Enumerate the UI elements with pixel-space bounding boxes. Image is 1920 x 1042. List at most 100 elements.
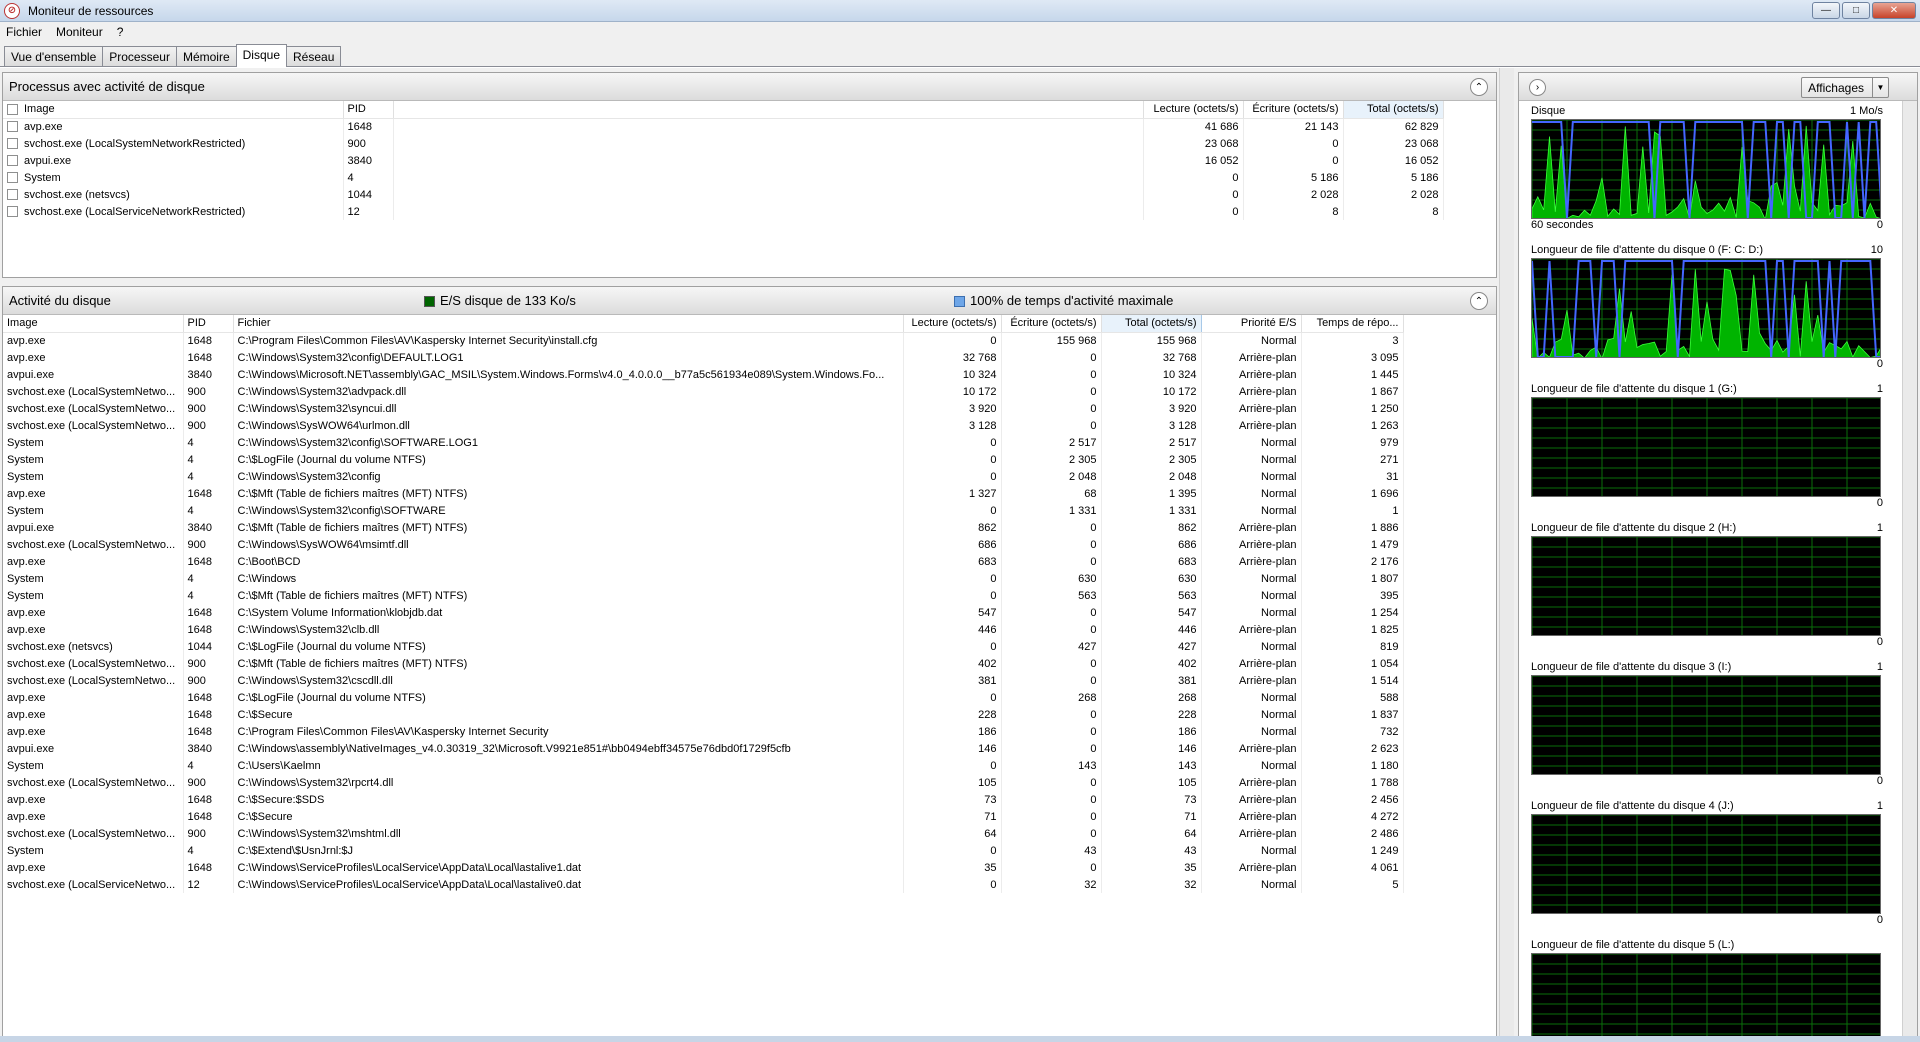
view-dropdown[interactable]: Affichages ▼: [1801, 77, 1889, 98]
disk-row[interactable]: svchost.exe (LocalSystemNetwo... 900 C:\Wi…: [3, 400, 1404, 417]
disk-row[interactable]: avp.exe 1648 C:\Program Files\Common Files…: [3, 723, 1404, 740]
disk-row[interactable]: System 4 C:\$Mft (Table de fichiers maître…: [3, 587, 1404, 604]
disk-row[interactable]: svchost.exe (LocalServiceNetwo... 12 C:\Wi…: [3, 876, 1404, 893]
col-read[interactable]: Lecture (octets/s): [903, 315, 1002, 333]
disk-row[interactable]: svchost.exe (LocalSystemNetwo... 900 C:\Wi…: [3, 672, 1404, 689]
disk-pid: 4: [183, 842, 234, 859]
disk-image: System: [3, 587, 184, 604]
disk-file: C:\$Extend\$UsnJrnl:$J: [233, 842, 904, 859]
collapse-up-icon[interactable]: ⌃: [1470, 292, 1488, 310]
col-file[interactable]: Fichier: [233, 315, 904, 333]
graph-block: Longueur de file d'attente du disque 2 (…: [1531, 522, 1883, 650]
graphs-scrollbar[interactable]: [1902, 101, 1917, 1037]
menu-moniteur[interactable]: Moniteur: [56, 25, 103, 39]
disk-file: C:\$Mft (Table de fichiers maîtres (MFT)…: [233, 485, 904, 502]
disk-row[interactable]: avp.exe 1648 C:\Boot\BCD 683 0 683 Arrière-pla…: [3, 553, 1404, 570]
menu-fichier[interactable]: Fichier: [6, 25, 42, 39]
disk-row[interactable]: svchost.exe (LocalSystemNetwo... 900 C:\Wi…: [3, 825, 1404, 842]
chevron-right-icon[interactable]: ›: [1529, 79, 1546, 96]
processes-header[interactable]: Processus avec activité de disque ⌃: [3, 73, 1496, 101]
disk-row[interactable]: avp.exe 1648 C:\Windows\System32\config\DE…: [3, 349, 1404, 366]
disk-row[interactable]: avp.exe 1648 C:\Windows\System32\clb.dll 44…: [3, 621, 1404, 638]
disk-row[interactable]: svchost.exe (LocalSystemNetwo... 900 C:\Wi…: [3, 417, 1404, 434]
disk-row[interactable]: avp.exe 1648 C:\Windows\ServiceProfiles\Lo…: [3, 859, 1404, 876]
col-image[interactable]: Image: [3, 315, 184, 333]
disk-row[interactable]: System 4 C:\Windows 0 630 630 Normal 1 807: [3, 570, 1404, 587]
maximize-button[interactable]: □: [1842, 2, 1870, 19]
disk-row[interactable]: System 4 C:\Windows\System32\config 0 2 048 2…: [3, 468, 1404, 485]
graph-block: Longueur de file d'attente du disque 4 (…: [1531, 800, 1883, 928]
col-response-time[interactable]: Temps de répo...: [1301, 315, 1404, 333]
menu-help[interactable]: ?: [117, 25, 124, 39]
minimize-button[interactable]: —: [1812, 2, 1840, 19]
disk-row[interactable]: System 4 C:\Windows\System32\config\SOFTWA…: [3, 502, 1404, 519]
disk-row[interactable]: svchost.exe (LocalSystemNetwo... 900 C:\Wi…: [3, 536, 1404, 553]
process-checkbox[interactable]: [7, 138, 18, 150]
left-pane: Processus avec activité de disque ⌃ Imag…: [2, 72, 1497, 1037]
col-total[interactable]: Total (octets/s): [1342, 101, 1444, 119]
disk-total: 2 048: [1101, 468, 1202, 485]
disk-total: 630: [1101, 570, 1202, 587]
col-write[interactable]: Écriture (octets/s): [1001, 315, 1102, 333]
col-total[interactable]: Total (octets/s): [1100, 315, 1202, 333]
tab-overview[interactable]: Vue d'ensemble: [4, 46, 104, 66]
disk-pid: 4: [183, 570, 234, 587]
process-total: 23 068: [1343, 135, 1444, 152]
disk-image: avpui.exe: [3, 366, 184, 383]
disk-file: C:\Windows\assembly\NativeImages_v4.0.30…: [233, 740, 904, 757]
process-row[interactable]: System 4 0 5 186 5 186: [3, 169, 1444, 186]
disk-row[interactable]: svchost.exe (LocalSystemNetwo... 900 C:\Wi…: [3, 383, 1404, 400]
col-priority[interactable]: Priorité E/S: [1201, 315, 1302, 333]
process-row[interactable]: svchost.exe (LocalServiceNetworkRestrict…: [3, 203, 1444, 220]
disk-row[interactable]: avp.exe 1648 C:\$Secure 71 0 71 Arrière-plan 4 …: [3, 808, 1404, 825]
disk-row[interactable]: avp.exe 1648 C:\$Mft (Table de fichiers ma…: [3, 485, 1404, 502]
disk-row[interactable]: svchost.exe (LocalSystemNetwo... 900 C:\Wi…: [3, 774, 1404, 791]
tab-memory[interactable]: Mémoire: [175, 46, 237, 66]
disk-row[interactable]: avpui.exe 3840 C:\Windows\assembly\NativeI…: [3, 740, 1404, 757]
process-row[interactable]: svchost.exe (LocalSystemNetworkRestricte…: [3, 135, 1444, 152]
process-checkbox[interactable]: [7, 206, 18, 218]
close-button[interactable]: ✕: [1872, 2, 1916, 19]
left-scrollbar[interactable]: [1499, 68, 1514, 1042]
disk-write: 0: [1001, 400, 1102, 417]
process-checkbox[interactable]: [7, 172, 18, 184]
col-read[interactable]: Lecture (octets/s): [1143, 101, 1244, 119]
process-checkbox[interactable]: [7, 121, 18, 133]
disk-row[interactable]: svchost.exe (LocalSystemNetwo... 900 C:\$M…: [3, 655, 1404, 672]
disk-row[interactable]: avp.exe 1648 C:\$Secure 228 0 228 Normal 1 837: [3, 706, 1404, 723]
process-row[interactable]: svchost.exe (netsvcs) 1044 0 2 028 2 028: [3, 186, 1444, 203]
disk-activity-header[interactable]: Activité du disque E/S disque de 133 Ko/…: [3, 287, 1496, 315]
process-total: 2 028: [1343, 186, 1444, 203]
disk-pid: 900: [183, 774, 234, 791]
disk-row[interactable]: System 4 C:\Users\Kaelmn 0 143 143 Normal 1 180: [3, 757, 1404, 774]
disk-file: C:\Windows\System32\config\SOFTWARE: [233, 502, 904, 519]
process-checkbox[interactable]: [7, 155, 18, 167]
process-checkbox[interactable]: [7, 189, 18, 201]
tab-disk[interactable]: Disque: [235, 44, 287, 67]
tab-cpu[interactable]: Processeur: [102, 46, 177, 66]
disk-row[interactable]: System 4 C:\$LogFile (Journal du volume NT…: [3, 451, 1404, 468]
disk-file: C:\Windows\SysWOW64\msimtf.dll: [233, 536, 904, 553]
tab-network[interactable]: Réseau: [286, 46, 342, 66]
disk-row[interactable]: avp.exe 1648 C:\System Volume Information\…: [3, 604, 1404, 621]
disk-total: 563: [1101, 587, 1202, 604]
disk-row[interactable]: avp.exe 1648 C:\$LogFile (Journal du volum…: [3, 689, 1404, 706]
disk-response-time: 1 180: [1301, 757, 1404, 774]
disk-row[interactable]: avp.exe 1648 C:\Program Files\Common Files…: [3, 332, 1404, 349]
col-pid[interactable]: PID: [183, 315, 234, 333]
process-row[interactable]: avp.exe 1648 41 686 21 143 62 829: [3, 118, 1444, 135]
collapse-up-icon[interactable]: ⌃: [1470, 78, 1488, 96]
disk-row[interactable]: avp.exe 1648 C:\$Secure:$SDS 73 0 73 Arrière-p…: [3, 791, 1404, 808]
disk-row[interactable]: System 4 C:\$Extend\$UsnJrnl:$J 0 43 43 Normal…: [3, 842, 1404, 859]
disk-row[interactable]: System 4 C:\Windows\System32\config\SOFTWA…: [3, 434, 1404, 451]
legend-active: 100% de temps d'activité maximale: [954, 293, 1173, 308]
col-write[interactable]: Écriture (octets/s): [1243, 101, 1344, 119]
process-row[interactable]: avpui.exe 3840 16 052 0 16 052: [3, 152, 1444, 169]
disk-row[interactable]: avpui.exe 3840 C:\Windows\Microsoft.NET\as…: [3, 366, 1404, 383]
disk-row[interactable]: svchost.exe (netsvcs) 1044 C:\$LogFile (Jo…: [3, 638, 1404, 655]
main-area: Processus avec activité de disque ⌃ Imag…: [0, 68, 1920, 1042]
disk-row[interactable]: avpui.exe 3840 C:\$Mft (Table de fichiers …: [3, 519, 1404, 536]
col-pid[interactable]: PID: [343, 101, 394, 119]
col-image[interactable]: Image: [3, 101, 344, 119]
select-all-checkbox[interactable]: [7, 103, 18, 115]
